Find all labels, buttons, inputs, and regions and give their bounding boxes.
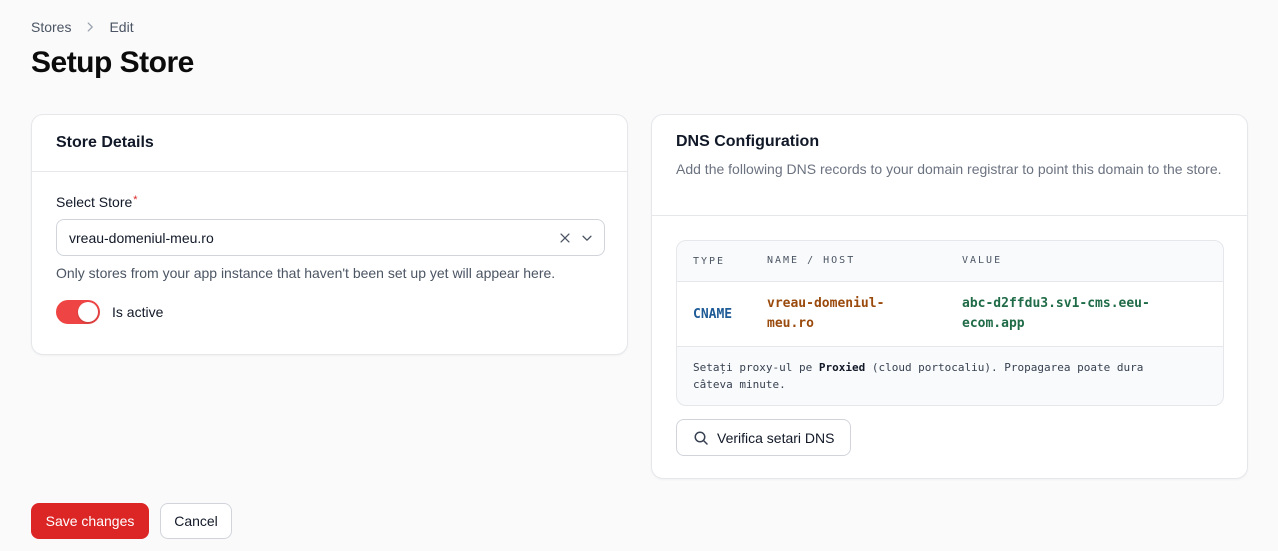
required-marker: * [133, 194, 138, 206]
column-header-name: NAME / HOST [767, 255, 856, 266]
search-icon [693, 430, 709, 446]
store-select-value: vreau-domeniul-meu.ro [69, 229, 214, 246]
dns-configuration-header: DNS Configuration Add the following DNS … [652, 115, 1247, 216]
dns-records-table: TYPE NAME / HOST VALUE CNAME vreau-domen… [676, 240, 1224, 406]
dns-configuration-body: TYPE NAME / HOST VALUE CNAME vreau-domen… [652, 216, 1247, 480]
verify-dns-label: Verifica setari DNS [717, 429, 835, 446]
dns-configuration-card: DNS Configuration Add the following DNS … [651, 114, 1248, 479]
dns-record-name-line1: vreau-domeniul- [767, 296, 885, 311]
dns-note-after: (cloud portocaliu). Propagarea poate dur… [865, 361, 1144, 374]
dns-record-name-line2: meu.ro [767, 316, 814, 331]
store-select[interactable]: vreau-domeniul-meu.ro [56, 219, 605, 256]
dns-note-bold: Proxied [818, 361, 866, 374]
chevron-right-icon [83, 20, 97, 34]
toggle-knob [78, 302, 98, 322]
store-details-body: Select Store* vreau-domeniul-meu.ro Only… [32, 172, 627, 348]
dns-record-value: abc-d2ffdu3.sv1-cms.eeu- ecom.app [946, 294, 1223, 334]
clear-icon[interactable] [558, 231, 572, 245]
store-details-card: Store Details Select Store* vreau-domeni… [31, 114, 628, 355]
store-details-title: Store Details [56, 134, 154, 151]
column-header-type: TYPE [693, 255, 726, 267]
breadcrumb-current: Edit [109, 19, 134, 35]
dns-proxy-note: Setați proxy-ul pe Proxied (cloud portoc… [677, 347, 1223, 405]
breadcrumb: Stores Edit [31, 19, 134, 35]
select-store-label-text: Select Store [56, 194, 133, 210]
store-details-header: Store Details [32, 115, 627, 172]
table-row: CNAME vreau-domeniul- meu.ro abc-d2ffdu3… [677, 282, 1223, 347]
dns-configuration-title: DNS Configuration [676, 133, 820, 150]
dns-note-before: Setați proxy-ul pe [693, 361, 819, 374]
select-store-label: Select Store* [56, 194, 603, 210]
cancel-button[interactable]: Cancel [160, 503, 232, 539]
dns-record-name: vreau-domeniul- meu.ro [751, 294, 946, 334]
dns-table-header: TYPE NAME / HOST VALUE [677, 241, 1223, 282]
chevron-down-icon[interactable] [580, 231, 594, 245]
is-active-toggle[interactable] [56, 300, 100, 324]
page-title: Setup Store [31, 46, 194, 79]
is-active-label: Is active [112, 304, 164, 320]
dns-configuration-description: Add the following DNS records to your do… [676, 161, 1222, 177]
dns-record-value-line2: ecom.app [962, 316, 1025, 331]
breadcrumb-stores-link[interactable]: Stores [31, 19, 71, 35]
is-active-row: Is active [56, 300, 603, 324]
save-changes-button[interactable]: Save changes [31, 503, 149, 539]
column-header-value: VALUE [962, 255, 1003, 266]
verify-dns-button[interactable]: Verifica setari DNS [676, 419, 852, 456]
dns-record-type: CNAME [693, 306, 733, 322]
dns-note-line2: câteva minute. [693, 378, 786, 391]
select-store-helper: Only stores from your app instance that … [56, 265, 556, 281]
dns-record-value-line1: abc-d2ffdu3.sv1-cms.eeu- [962, 296, 1150, 311]
